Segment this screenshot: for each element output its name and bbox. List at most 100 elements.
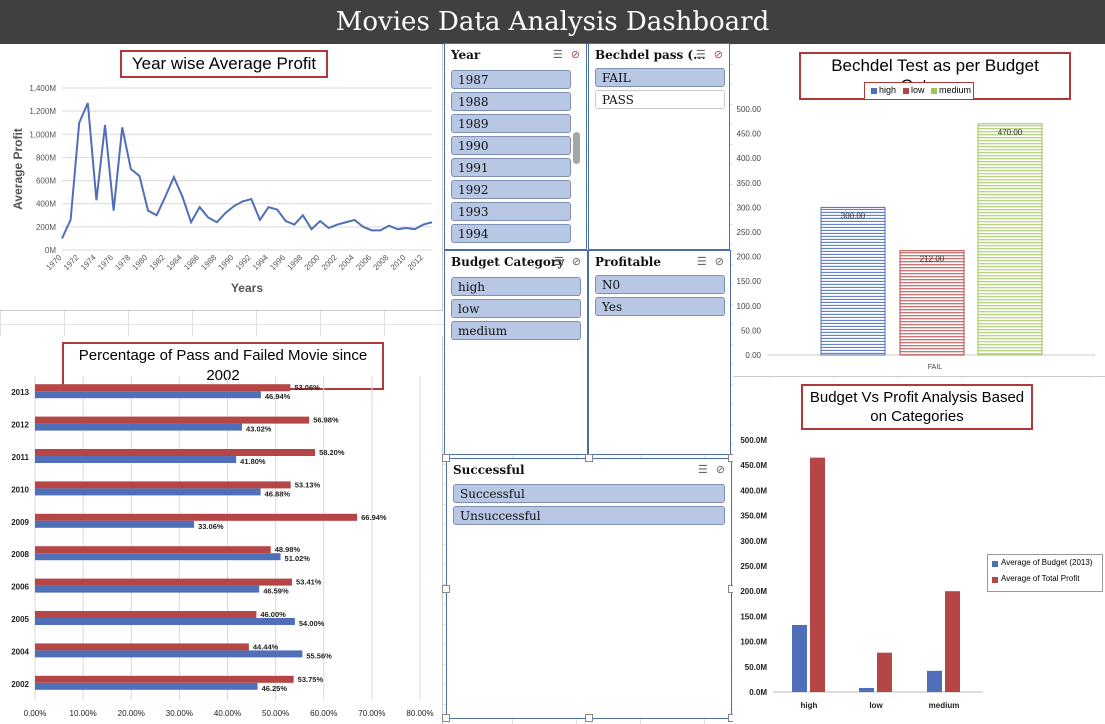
slicer-budget-category[interactable]: Budget Category ☰ ⊘ high low medium xyxy=(444,250,588,455)
slicer-bechdel-item[interactable]: FAIL xyxy=(595,68,725,87)
x-tick-label: 1996 xyxy=(268,253,287,272)
year-profit-chart[interactable]: Year wise Average Profit 0M 200M 400M 600M 8… xyxy=(0,44,443,311)
slicer-budget-item[interactable]: high xyxy=(451,277,581,296)
slicer-successful[interactable]: Successful ☰ ⊘ Successful Unsuccessful xyxy=(446,458,732,719)
slicer-profitable-title: Profitable xyxy=(595,255,661,269)
y-tick-label: 2002 xyxy=(11,680,29,689)
pass-bar xyxy=(35,682,258,690)
x-tick-label: 1982 xyxy=(148,253,167,272)
pass-bar xyxy=(35,488,261,496)
slicer-profitable-item[interactable]: N0 xyxy=(595,275,725,294)
bechdel-bar-low xyxy=(899,250,965,356)
slicer-profitable[interactable]: Profitable ☰ ⊘ N0 Yes xyxy=(588,250,731,455)
slicer-bechdel-item[interactable]: PASS xyxy=(595,90,725,109)
slicer-year-item[interactable]: 1992 xyxy=(451,180,571,199)
x-tick-label: 2002 xyxy=(320,253,339,272)
multi-select-icon[interactable]: ☰ xyxy=(696,49,706,61)
y-tick-label: 0.0M xyxy=(749,688,767,697)
clear-filter-icon[interactable]: ⊘ xyxy=(571,49,580,61)
budget-bar xyxy=(859,687,874,692)
data-label: 33.06% xyxy=(198,522,224,531)
x-tick-label: 40.00% xyxy=(214,709,241,718)
y-tick-label: 500.0M xyxy=(740,436,767,445)
resize-handle[interactable] xyxy=(442,585,450,593)
data-label: 300.00 xyxy=(841,211,866,220)
data-label: 55.56% xyxy=(306,651,332,660)
multi-select-icon[interactable]: ☰ xyxy=(697,256,707,268)
data-label: 53.13% xyxy=(295,480,321,489)
multi-select-icon[interactable]: ☰ xyxy=(554,256,564,268)
slicer-year-item[interactable]: 1991 xyxy=(451,158,571,177)
slicer-year-item[interactable]: 1988 xyxy=(451,92,571,111)
y-tick-label: 500.00 xyxy=(737,105,762,114)
slicer-successful-item[interactable]: Unsuccessful xyxy=(453,506,725,525)
x-tick-label: 50.00% xyxy=(262,709,289,718)
y-tick-label: 1,200M xyxy=(29,107,56,116)
y-tick-label: 2008 xyxy=(11,550,29,559)
bechdel-bar-medium xyxy=(977,123,1043,356)
budget-bar xyxy=(927,670,942,692)
clear-filter-icon[interactable]: ⊘ xyxy=(716,464,725,476)
resize-handle[interactable] xyxy=(585,454,593,462)
budget-profit-chart[interactable]: Budget Vs Profit Analysis Based on Categ… xyxy=(733,378,1105,724)
y-tick-label: 2005 xyxy=(11,615,29,624)
resize-handle[interactable] xyxy=(442,714,450,722)
y-tick-label: 450.0M xyxy=(740,461,767,470)
clear-filter-icon[interactable]: ⊘ xyxy=(715,256,724,268)
slicer-year[interactable]: Year ☰ ⊘ 1987 1988 1989 1990 1991 1992 19… xyxy=(444,43,587,250)
resize-handle[interactable] xyxy=(442,454,450,462)
fail-bar xyxy=(35,384,291,392)
pass-fail-chart[interactable]: Percentage of Pass and Failed Movie sinc… xyxy=(0,336,443,724)
data-label: 46.59% xyxy=(263,587,289,596)
y-tick-label: 400M xyxy=(36,200,56,209)
pass-bar xyxy=(35,618,295,625)
y-tick-label: 2004 xyxy=(11,647,29,656)
data-label: 46.94% xyxy=(265,392,291,401)
clear-filter-icon[interactable]: ⊘ xyxy=(714,49,723,61)
y-tick-label: 150.00 xyxy=(737,277,762,286)
slicer-year-item[interactable]: 1994 xyxy=(451,224,571,243)
slicer-year-item[interactable]: 1993 xyxy=(451,202,571,221)
y-tick-label: 200.00 xyxy=(737,253,762,262)
x-tick-label: 2012 xyxy=(406,253,425,272)
x-tick-label: high xyxy=(801,701,818,710)
x-tick-label: 1990 xyxy=(217,253,236,272)
slicer-scrollbar-thumb[interactable] xyxy=(573,132,580,164)
slicer-bechdel[interactable]: Bechdel pass (... ☰ ⊘ FAIL PASS xyxy=(588,43,730,250)
fail-bar xyxy=(35,675,294,683)
clear-filter-icon[interactable]: ⊘ xyxy=(572,256,581,268)
data-label: 470.00 xyxy=(998,128,1023,137)
slicer-year-title: Year xyxy=(451,48,481,62)
x-tick-label: 1986 xyxy=(182,253,201,272)
data-label: 53.75% xyxy=(298,675,324,684)
multi-select-icon[interactable]: ☰ xyxy=(553,49,563,61)
y-tick-label: 250.00 xyxy=(737,228,762,237)
slicer-year-item[interactable]: 1990 xyxy=(451,136,571,155)
slicer-successful-item[interactable]: Successful xyxy=(453,484,725,503)
slicer-profitable-item[interactable]: Yes xyxy=(595,297,725,316)
y-tick-label: 600M xyxy=(36,177,56,186)
x-tick-label: 1992 xyxy=(234,253,253,272)
resize-handle[interactable] xyxy=(585,714,593,722)
x-tick-label: 2000 xyxy=(303,253,322,272)
pass-bar xyxy=(35,585,260,593)
dashboard-title: Movies Data Analysis Dashboard xyxy=(0,0,1105,44)
x-tick-label: 80.00% xyxy=(406,709,433,718)
fail-bar xyxy=(35,578,293,586)
y-tick-label: 2010 xyxy=(11,485,29,494)
data-label: 43.02% xyxy=(246,425,272,434)
multi-select-icon[interactable]: ☰ xyxy=(698,464,708,476)
y-tick-label: 2011 xyxy=(12,453,30,462)
legend-label: Average of Budget (2013) xyxy=(1001,558,1093,567)
data-label: 53.06% xyxy=(294,383,320,392)
bechdel-chart[interactable]: Bechdel Test as per Budget Category high… xyxy=(733,44,1105,377)
x-tick-label: 1984 xyxy=(165,253,184,272)
data-label: 46.00% xyxy=(260,610,286,619)
slicer-budget-item[interactable]: low xyxy=(451,299,581,318)
slicer-year-item[interactable]: 1989 xyxy=(451,114,571,133)
fail-bar xyxy=(35,416,310,424)
data-label: 44.44% xyxy=(253,642,279,651)
data-label: 51.02% xyxy=(285,554,311,563)
slicer-year-item[interactable]: 1987 xyxy=(451,70,571,89)
slicer-budget-item[interactable]: medium xyxy=(451,321,581,340)
